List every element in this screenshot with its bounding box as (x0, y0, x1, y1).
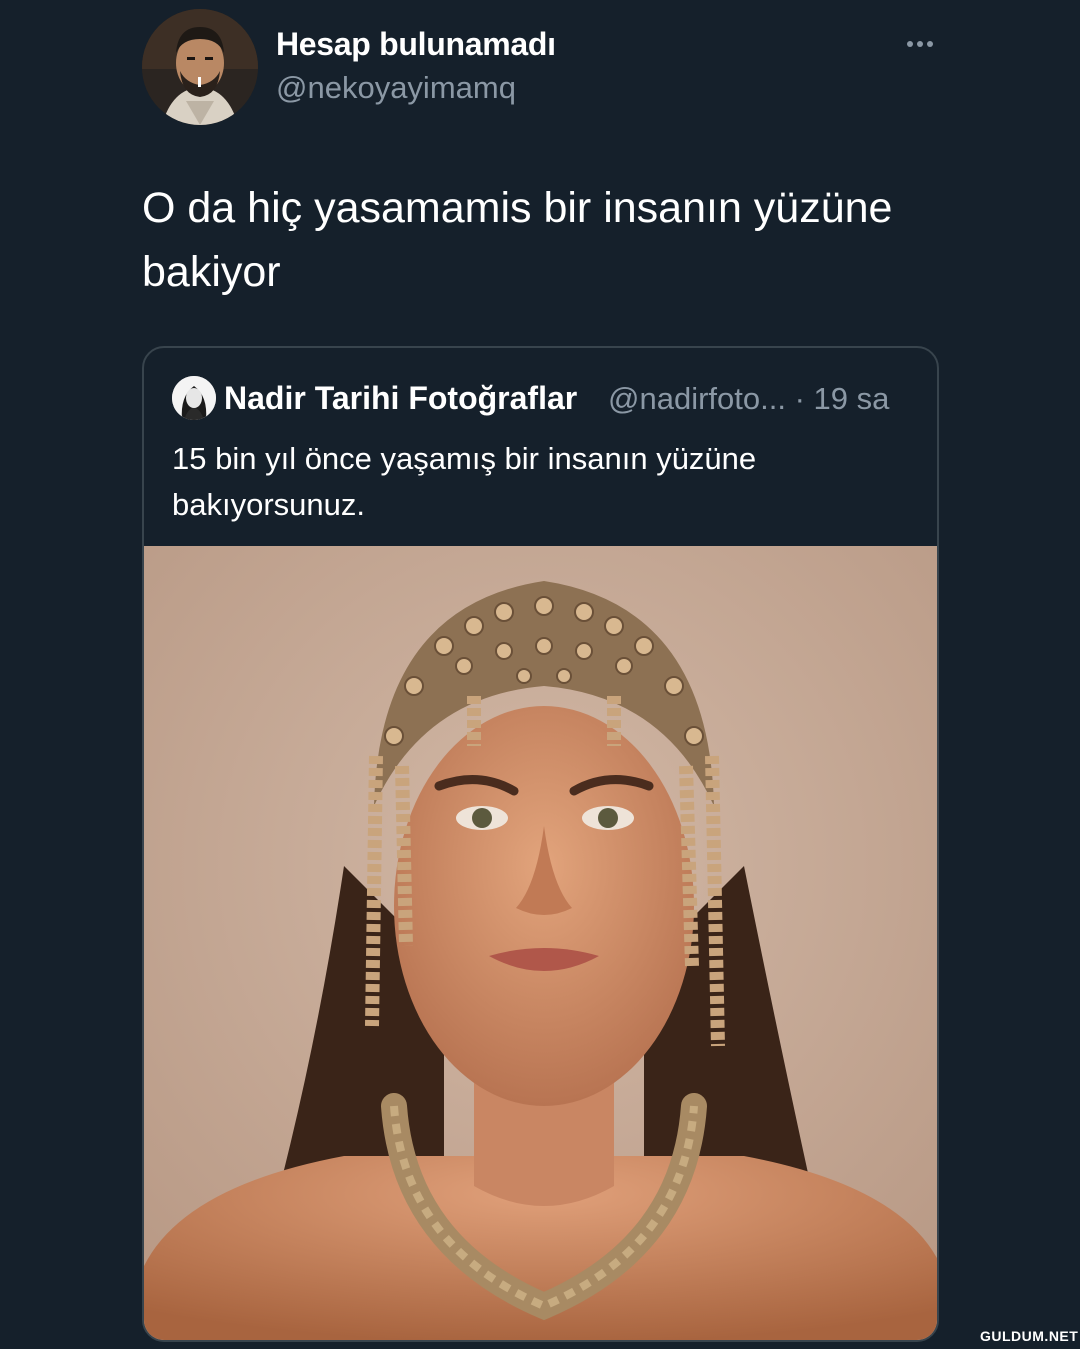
author-avatar-image (142, 9, 258, 125)
tweet-text: O da hiç yasamamis bir insanın yüzüne ba… (142, 184, 893, 296)
author-name[interactable]: Hesap bulunamadı (276, 26, 556, 63)
author-avatar[interactable] (142, 9, 258, 125)
quoted-author-avatar[interactable] (172, 376, 216, 420)
more-horizontal-icon (907, 41, 913, 47)
reconstruction-portrait-image (144, 546, 937, 1340)
tweet-page: Hesap bulunamadı @nekoyayimamq O da hiç … (0, 0, 1080, 1349)
quoted-author-avatar-image (172, 376, 216, 420)
author-handle[interactable]: @nekoyayimamq (276, 70, 516, 106)
quoted-tweet-photo[interactable] (144, 546, 937, 1340)
quoted-tweet-text: 15 bin yıl önce yaşamış bir insanın yüzü… (172, 441, 757, 522)
quoted-tweet-card[interactable]: Nadir Tarihi Fotoğraflar @nadirfoto... ·… (142, 346, 939, 1342)
quoted-author-name[interactable]: Nadir Tarihi Fotoğraflar (224, 380, 577, 417)
quoted-tweet-time[interactable]: · 19 sa (795, 381, 890, 416)
more-options-button[interactable] (896, 22, 944, 66)
quoted-author-handle[interactable]: @nadirfoto... (608, 381, 786, 416)
quoted-author-meta: @nadirfoto... · 19 sa (608, 381, 889, 417)
watermark: GULDUM.NET (980, 1328, 1079, 1344)
